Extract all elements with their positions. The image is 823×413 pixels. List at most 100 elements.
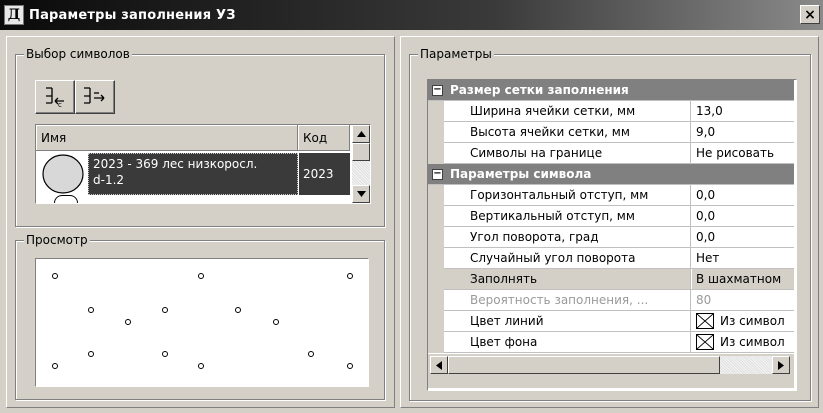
property-value[interactable]: Не рисовать	[692, 143, 794, 163]
right-panel: Параметры − Размер сетки заполнения Шири…	[400, 36, 819, 408]
title-bar: Д Параметры заполнения УЗ ×	[0, 0, 823, 30]
pattern-dot	[88, 351, 94, 357]
collapse-icon[interactable]: −	[432, 169, 443, 180]
category-row-grid-size[interactable]: − Размер сетки заполнения	[428, 80, 794, 101]
symbols-list[interactable]: Имя Код 2023 - 369 лес низкоросл. d-1.2 …	[35, 124, 371, 204]
pattern-dot	[273, 319, 279, 325]
property-value-cell[interactable]: Из символ	[692, 311, 794, 331]
scroll-thumb[interactable]	[352, 143, 370, 161]
list-item-name-line2: d-1.2	[93, 173, 125, 187]
pattern-dot	[125, 319, 131, 325]
circle-symbol-icon	[42, 154, 84, 194]
property-value[interactable]: В шахматном	[692, 269, 794, 289]
pattern-dot	[347, 363, 353, 369]
pattern-dot	[198, 363, 204, 369]
params-groupbox: Параметры − Размер сетки заполнения Шири…	[409, 47, 811, 401]
preview-canvas	[35, 258, 369, 387]
next-thumbnail-partial	[54, 195, 78, 203]
property-name: Горизонтальный отступ, мм	[444, 185, 691, 205]
column-header-code[interactable]: Код	[298, 125, 350, 151]
app-icon: Д	[4, 5, 24, 25]
property-value[interactable]: Нет	[692, 248, 794, 268]
property-value-cell[interactable]: Из символ	[692, 332, 794, 352]
left-panel: Выбор символов c Имя Код 2023 - 369 лес …	[6, 36, 395, 408]
remove-symbol-button[interactable]	[75, 80, 115, 114]
property-name: Угол поворота, град	[444, 227, 691, 247]
property-row-cell-width[interactable]: Ширина ячейки сетки, мм 13,0	[428, 101, 794, 122]
property-name: Цвет фона	[444, 332, 691, 352]
hscroll-track[interactable]	[720, 356, 772, 374]
property-row-border-symbols[interactable]: Символы на границе Не рисовать	[428, 143, 794, 164]
property-name: Символы на границе	[444, 143, 691, 163]
list-scrollbar[interactable]	[352, 125, 370, 203]
scroll-left-button[interactable]	[430, 356, 448, 374]
category-title: Размер сетки заполнения	[450, 83, 629, 97]
symbols-legend: Выбор символов	[24, 47, 132, 61]
property-value: 80	[692, 290, 794, 310]
scroll-track[interactable]	[352, 161, 370, 185]
property-row-fill-mode[interactable]: Заполнять В шахматном	[428, 269, 794, 290]
column-header-name[interactable]: Имя	[36, 125, 298, 151]
property-row-h-offset[interactable]: Горизонтальный отступ, мм 0,0	[428, 185, 794, 206]
add-symbol-button[interactable]: c	[35, 80, 75, 114]
pattern-dot	[52, 273, 58, 279]
property-value[interactable]: 0,0	[692, 185, 794, 205]
category-row-symbol-params[interactable]: − Параметры символа	[428, 164, 794, 185]
property-row-rotation[interactable]: Угол поворота, град 0,0	[428, 227, 794, 248]
category-title: Параметры символа	[450, 167, 592, 181]
property-value: Из символ	[720, 335, 785, 349]
pattern-dot	[235, 307, 241, 313]
list-item-code: 2023	[299, 153, 350, 195]
property-value[interactable]: 9,0	[692, 122, 794, 142]
property-name: Вертикальный отступ, мм	[444, 206, 691, 226]
symbol-thumbnail	[40, 153, 86, 195]
params-legend: Параметры	[418, 47, 494, 61]
pattern-dot	[308, 351, 314, 357]
property-value[interactable]: 13,0	[692, 101, 794, 121]
property-row-random-rotation[interactable]: Случайный угол поворота Нет	[428, 248, 794, 269]
pattern-dot	[198, 273, 204, 279]
property-grid[interactable]: − Размер сетки заполнения Ширина ячейки …	[427, 79, 797, 391]
property-name: Вероятность заполнения, ...	[444, 290, 691, 310]
color-swatch-icon	[696, 334, 714, 350]
arrow-up-icon	[356, 131, 366, 137]
arrow-right-icon	[778, 360, 784, 370]
property-name: Ширина ячейки сетки, мм	[444, 101, 691, 121]
window-title: Параметры заполнения УЗ	[29, 7, 236, 23]
symbols-groupbox: Выбор символов c Имя Код 2023 - 369 лес …	[15, 47, 385, 227]
list-item-name-line1: 2023 - 369 лес низкоросл.	[93, 157, 258, 171]
close-button[interactable]: ×	[800, 5, 820, 24]
property-name: Цвет линий	[444, 311, 691, 331]
property-row-cell-height[interactable]: Высота ячейки сетки, мм 9,0	[428, 122, 794, 143]
property-value: Из символ	[720, 314, 785, 328]
property-name: Заполнять	[444, 269, 691, 289]
property-name: Случайный угол поворота	[444, 248, 691, 268]
pattern-dot	[162, 307, 168, 313]
pattern-dot	[162, 351, 168, 357]
scroll-down-button[interactable]	[352, 185, 370, 203]
hscroll-thumb[interactable]	[448, 356, 720, 374]
property-value[interactable]: 0,0	[692, 206, 794, 226]
arrow-down-icon	[356, 191, 366, 197]
collapse-icon[interactable]: −	[432, 85, 443, 96]
list-item-name: 2023 - 369 лес низкоросл. d-1.2	[88, 153, 298, 195]
preview-legend: Просмотр	[24, 233, 90, 247]
property-row-line-color[interactable]: Цвет линий Из символ	[428, 311, 794, 332]
property-row-fill-probability: Вероятность заполнения, ... 80	[428, 290, 794, 311]
preview-groupbox: Просмотр	[15, 233, 385, 400]
add-symbol-icon: c	[46, 87, 64, 109]
pattern-dot	[347, 273, 353, 279]
pattern-dot	[52, 363, 58, 369]
grid-hscrollbar[interactable]	[428, 354, 794, 388]
scroll-right-button[interactable]	[772, 356, 790, 374]
svg-text:c: c	[58, 101, 62, 109]
color-swatch-icon	[696, 313, 714, 329]
list-item[interactable]: 2023 - 369 лес низкоросл. d-1.2 2023	[36, 151, 350, 203]
property-value[interactable]: 0,0	[692, 227, 794, 247]
scroll-up-button[interactable]	[352, 125, 370, 143]
property-row-v-offset[interactable]: Вертикальный отступ, мм 0,0	[428, 206, 794, 227]
remove-symbol-icon	[84, 87, 105, 104]
property-row-bg-color[interactable]: Цвет фона Из символ	[428, 332, 794, 353]
pattern-dot	[88, 307, 94, 313]
property-name: Высота ячейки сетки, мм	[444, 122, 691, 142]
